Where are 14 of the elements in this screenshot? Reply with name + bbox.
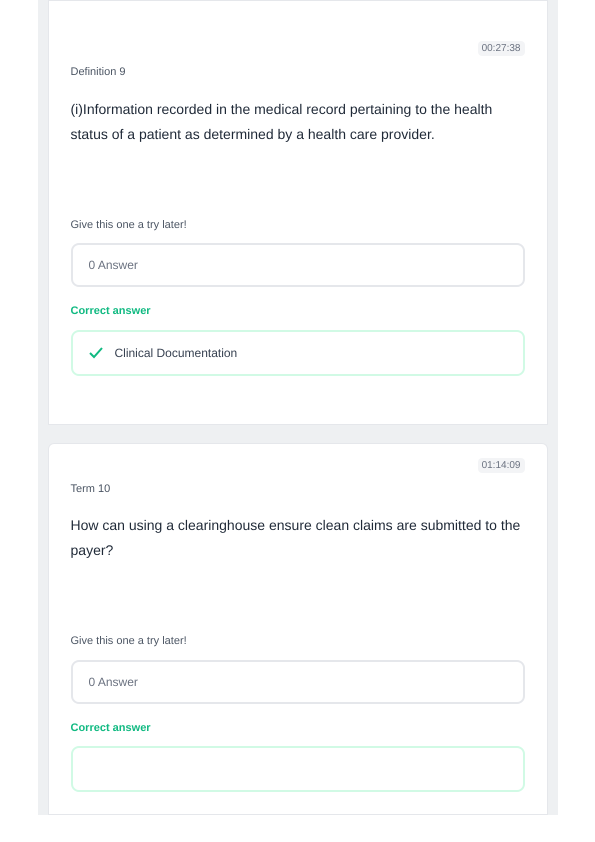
answer-box[interactable]: 0 Answer bbox=[70, 660, 524, 704]
question-text: How can using a clearinghouse ensure clean claims are submitted to the payer? bbox=[70, 516, 522, 560]
hint-text: Give this one a try later! bbox=[70, 218, 188, 232]
time-badge: 00:27:38 bbox=[478, 41, 524, 56]
hint-text: Give this one a try later! bbox=[70, 634, 188, 649]
correct-answer-label: Correct answer bbox=[70, 720, 152, 736]
correct-answer-label: Correct answer bbox=[70, 304, 152, 319]
card-label: Term 10 bbox=[70, 482, 112, 496]
card-label: Definition 9 bbox=[70, 65, 127, 80]
question-text: (i)Information recorded in the medical record pertaining to the health status of a patient as determined by a health care provider. bbox=[70, 100, 494, 144]
time-badge: 01:14:09 bbox=[478, 458, 524, 472]
answer-box[interactable]: 0 Answer bbox=[70, 243, 524, 287]
answer-text: Clinical Documentation bbox=[114, 344, 238, 362]
check-icon bbox=[88, 346, 102, 358]
